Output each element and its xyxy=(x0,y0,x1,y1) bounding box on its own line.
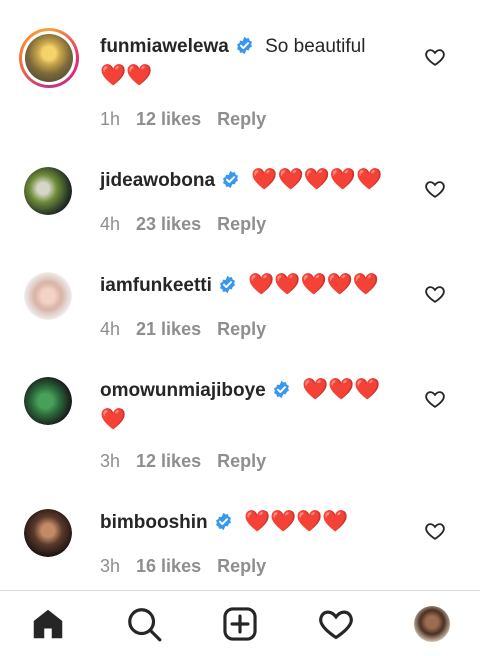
comment-likes[interactable]: 12 likes xyxy=(136,109,201,129)
comment-likes[interactable]: 23 likes xyxy=(136,214,201,234)
comment-text: So beautiful xyxy=(265,36,366,57)
comment-text-continued: ❤️ xyxy=(100,408,127,431)
comment-text: ❤️❤️❤️❤️ xyxy=(243,510,349,533)
verified-badge-icon xyxy=(223,170,239,189)
new-post-icon xyxy=(223,607,257,641)
like-heart-icon[interactable] xyxy=(424,178,446,200)
verified-badge-icon xyxy=(236,36,252,55)
comment-time: 3h xyxy=(100,556,121,576)
comment-meta: 3h 16 likes Reply xyxy=(100,556,282,577)
comment-body: jideawobona ❤️❤️❤️❤️❤️ xyxy=(100,165,410,195)
profile-avatar xyxy=(414,606,450,642)
bottom-nav-bar xyxy=(0,590,480,656)
comment-meta: 1h 12 likes Reply xyxy=(100,109,282,130)
avatar-photo xyxy=(25,34,73,82)
reply-button[interactable]: Reply xyxy=(217,109,266,129)
verified-badge-icon xyxy=(215,512,231,531)
home-icon xyxy=(33,609,63,639)
comment-time: 4h xyxy=(100,319,121,339)
avatar-photo xyxy=(24,377,72,425)
comment-username[interactable]: omowunmiajiboye xyxy=(100,380,266,401)
comment-meta: 4h 23 likes Reply xyxy=(100,214,282,235)
verified-badge-icon xyxy=(273,380,289,399)
reply-button[interactable]: Reply xyxy=(217,214,266,234)
activity-heart-icon xyxy=(319,610,353,640)
comment-body: iamfunkeetti ❤️❤️❤️❤️❤️ xyxy=(100,270,410,300)
comment-meta: 3h 12 likes Reply xyxy=(100,451,282,472)
comment-body: omowunmiajiboye ❤️❤️❤️ ❤️ xyxy=(100,375,410,435)
like-heart-icon[interactable] xyxy=(424,283,446,305)
comment-time: 4h xyxy=(100,214,121,234)
comment-username[interactable]: jideawobona xyxy=(100,170,215,191)
nav-search[interactable] xyxy=(125,605,163,643)
avatar-photo xyxy=(24,509,72,557)
comment-username[interactable]: iamfunkeetti xyxy=(100,275,212,296)
comment-likes[interactable]: 21 likes xyxy=(136,319,201,339)
comment-meta: 4h 21 likes Reply xyxy=(100,319,282,340)
nav-activity[interactable] xyxy=(317,605,355,643)
avatar[interactable] xyxy=(24,272,72,320)
avatar[interactable] xyxy=(24,509,72,557)
comment-body: bimbooshin ❤️❤️❤️❤️ xyxy=(100,507,410,537)
avatar[interactable] xyxy=(24,377,72,425)
comment-body: funmiawelewa So beautiful ❤️❤️ xyxy=(100,32,410,91)
comments-list: funmiawelewa So beautiful ❤️❤️ 1h 12 like… xyxy=(0,0,480,590)
comment-time: 1h xyxy=(100,109,121,129)
like-heart-icon[interactable] xyxy=(424,388,446,410)
comment-username[interactable]: bimbooshin xyxy=(100,512,208,533)
nav-home[interactable] xyxy=(29,605,67,643)
comment-text-continued: ❤️❤️ xyxy=(100,64,153,87)
reply-button[interactable]: Reply xyxy=(217,556,266,576)
avatar[interactable] xyxy=(24,167,72,215)
avatar-photo xyxy=(24,272,72,320)
comment-text: ❤️❤️❤️❤️❤️ xyxy=(251,168,383,191)
comment-likes[interactable]: 12 likes xyxy=(136,451,201,471)
comment-likes[interactable]: 16 likes xyxy=(136,556,201,576)
comment-username[interactable]: funmiawelewa xyxy=(100,36,229,57)
comment-text: ❤️❤️❤️ xyxy=(302,378,381,401)
reply-button[interactable]: Reply xyxy=(217,451,266,471)
nav-new-post[interactable] xyxy=(221,605,259,643)
comment-time: 3h xyxy=(100,451,121,471)
like-heart-icon[interactable] xyxy=(424,46,446,68)
comment-text: ❤️❤️❤️❤️❤️ xyxy=(248,273,379,296)
avatar[interactable] xyxy=(19,28,79,88)
search-icon xyxy=(128,608,162,642)
reply-button[interactable]: Reply xyxy=(217,319,266,339)
verified-badge-icon xyxy=(219,275,235,294)
like-heart-icon[interactable] xyxy=(424,520,446,542)
nav-profile[interactable] xyxy=(413,605,451,643)
avatar-photo xyxy=(24,167,72,215)
